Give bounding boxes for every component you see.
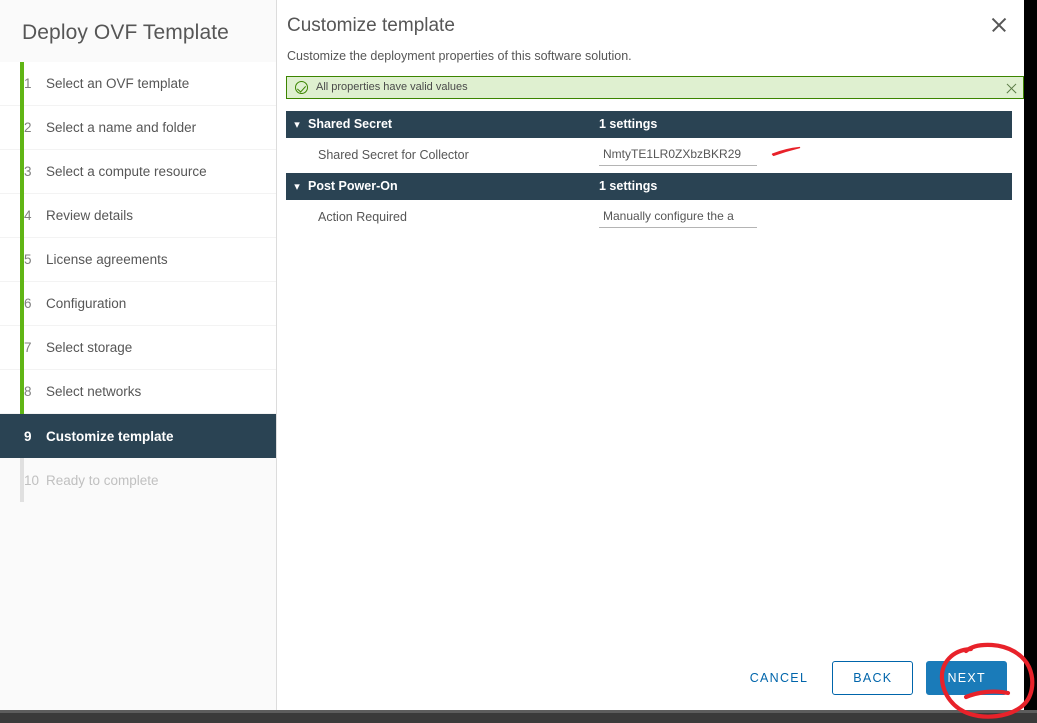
step-label: Configuration [46, 296, 127, 312]
sidebar-step-select-networks[interactable]: 8 Select networks [0, 370, 276, 415]
page-subtitle: Customize the deployment properties of t… [287, 48, 632, 63]
cancel-button[interactable]: CANCEL [736, 661, 823, 695]
property-group-name: Post Power-On [308, 179, 398, 194]
sidebar-step-license-agreements[interactable]: 5 License agreements [0, 238, 276, 283]
step-label: Ready to complete [46, 472, 159, 488]
sidebar-step-review-details[interactable]: 4 Review details [0, 194, 276, 239]
sidebar-step-select-an-ovf-template[interactable]: 1 Select an OVF template [0, 62, 276, 107]
step-number: 3 [24, 164, 32, 180]
shared-secret-input[interactable] [599, 143, 757, 166]
progress-rail-complete [20, 62, 24, 415]
taskbar-top-edge [0, 710, 1037, 713]
step-label: Select an OVF template [46, 76, 190, 92]
step-number: 2 [24, 120, 32, 136]
step-label: Select a compute resource [46, 164, 207, 180]
wizard-footer: CANCEL BACK NEXT [277, 646, 1024, 710]
sidebar-step-select-a-name-and-folder[interactable]: 2 Select a name and folder [0, 106, 276, 151]
step-number: 6 [24, 296, 32, 312]
bottom-taskbar [0, 710, 1037, 723]
property-label: Action Required [318, 209, 407, 224]
property-group-header-shared-secret[interactable]: ▾ Shared Secret 1 settings [286, 110, 1012, 138]
alert-close-icon[interactable] [1004, 81, 1019, 96]
wizard-content: Customize template Customize the deploym… [277, 0, 1024, 710]
property-group-count: 1 settings [599, 179, 658, 194]
step-label: Select networks [46, 384, 142, 400]
property-value-cell [599, 205, 757, 228]
content-header: Customize template Customize the deploym… [277, 0, 1024, 63]
wizard-title: Deploy OVF Template [22, 21, 229, 44]
property-value-cell [599, 143, 801, 166]
step-number: 4 [24, 208, 32, 224]
step-label: Review details [46, 208, 134, 224]
screenshot-root: Deploy OVF Template 1 Select an OVF temp… [0, 0, 1037, 723]
property-row-shared-secret-for-collector: Shared Secret for Collector [286, 137, 1012, 173]
step-label: Select storage [46, 340, 133, 356]
property-group-name: Shared Secret [308, 117, 393, 132]
step-label: License agreements [46, 252, 168, 268]
close-icon[interactable] [988, 14, 1010, 36]
property-group-header-post-power-on[interactable]: ▾ Post Power-On 1 settings [286, 172, 1012, 200]
chevron-down-icon: ▾ [294, 118, 300, 131]
step-number: 9 [24, 428, 32, 444]
deploy-ovf-wizard: Deploy OVF Template 1 Select an OVF temp… [0, 0, 1024, 710]
step-label: Select a name and folder [46, 120, 197, 136]
sidebar-step-select-a-compute-resource[interactable]: 3 Select a compute resource [0, 150, 276, 195]
action-required-input[interactable] [599, 205, 757, 228]
property-label: Shared Secret for Collector [318, 147, 469, 162]
sidebar-step-customize-template[interactable]: 9 Customize template [0, 414, 276, 459]
step-label: Customize template [46, 428, 174, 444]
step-number: 10 [24, 472, 40, 488]
step-number: 8 [24, 384, 32, 400]
validation-alert: All properties have valid values [286, 75, 1024, 99]
step-number: 7 [24, 340, 32, 356]
step-number: 5 [24, 252, 32, 268]
red-dash-annotation [771, 146, 801, 156]
property-group-count: 1 settings [599, 117, 658, 132]
progress-rail-remaining [20, 458, 24, 503]
check-circle-icon [295, 80, 308, 94]
alert-message: All properties have valid values [316, 81, 468, 94]
wizard-sidebar: Deploy OVF Template 1 Select an OVF temp… [0, 0, 277, 710]
sidebar-step-select-storage[interactable]: 7 Select storage [0, 326, 276, 371]
wizard-steps-list: 1 Select an OVF template 2 Select a name… [0, 62, 276, 503]
step-number: 1 [24, 76, 32, 92]
page-title: Customize template [287, 15, 455, 36]
property-row-action-required: Action Required [286, 199, 1012, 235]
property-table: ▾ Shared Secret 1 settings Shared Secret… [286, 110, 1012, 235]
back-button[interactable]: BACK [832, 661, 914, 695]
chevron-down-icon: ▾ [294, 180, 300, 193]
next-button[interactable]: NEXT [926, 661, 1007, 695]
sidebar-step-configuration[interactable]: 6 Configuration [0, 282, 276, 327]
sidebar-step-ready-to-complete: 10 Ready to complete [0, 458, 276, 503]
